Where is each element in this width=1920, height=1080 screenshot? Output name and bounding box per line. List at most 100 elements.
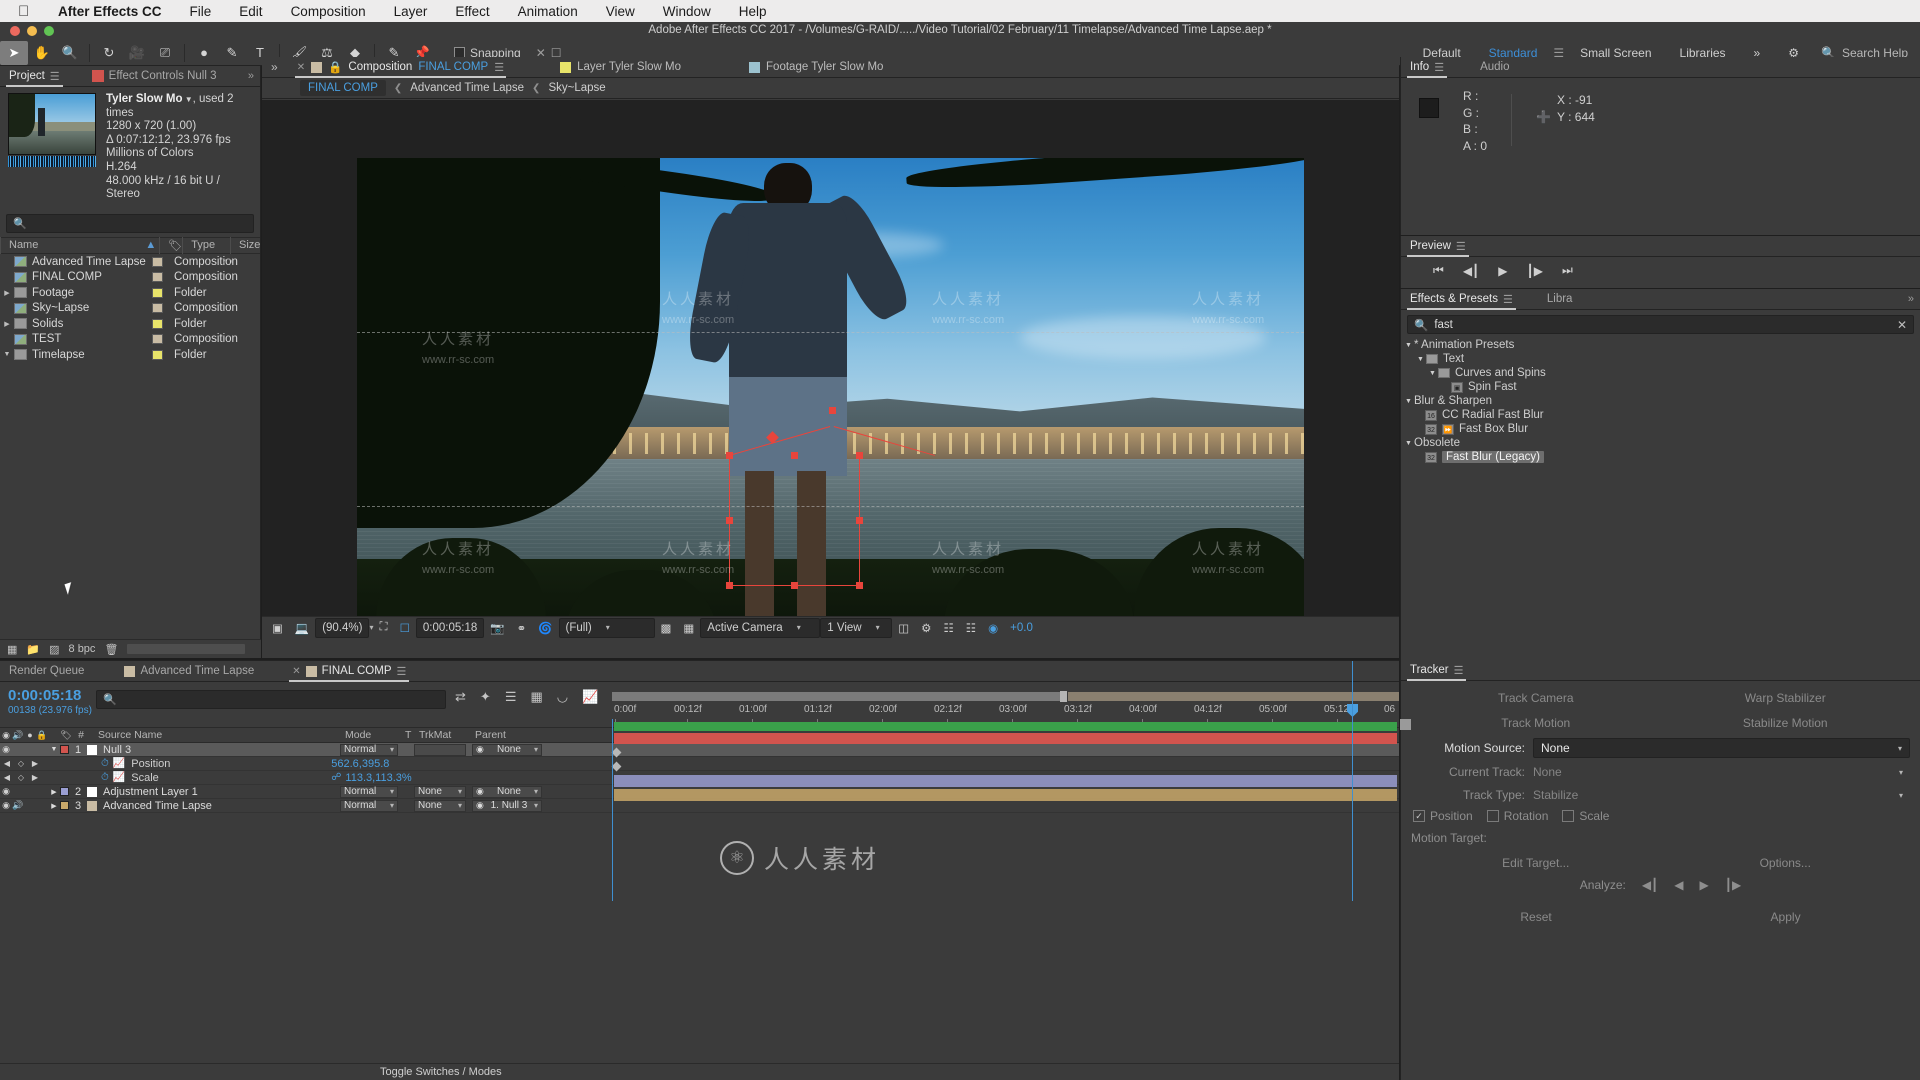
video-switch-icon[interactable]: ◉ [0,800,12,811]
menu-item-help[interactable]: Help [725,4,781,19]
expand-arrow-icon[interactable]: ▼ [48,746,60,753]
zoom-tool-icon[interactable]: 🔍 [56,41,84,65]
tab-preview[interactable]: Preview ☰ [1401,236,1475,257]
blend-mode-dropdown[interactable]: Normal ▾ [340,799,398,812]
zoom-level-value[interactable]: (90.4%) [315,617,370,638]
label-color-swatch[interactable] [152,256,163,267]
timeline-track-area[interactable] [611,661,1411,1080]
effects-tree-item[interactable]: ▼ Curves and Spins [1401,366,1920,380]
composition-frame[interactable] [357,158,1304,638]
transparency-toggle-icon[interactable]: ▦ [677,618,700,638]
stopwatch-icon[interactable]: ⏱ [101,772,109,783]
track-bar-layer-2[interactable] [614,775,1397,787]
project-panel-menu-icon[interactable]: ☰ [50,70,60,83]
menu-item-composition[interactable]: Composition [277,4,380,19]
tab-tracker[interactable]: Tracker ☰ [1401,660,1472,681]
label-color-swatch[interactable] [152,349,163,360]
trkmat-dropdown[interactable] [414,743,466,756]
chevron-down-icon[interactable]: ▼ [1403,440,1414,447]
layer-name[interactable]: Adjustment Layer 1 [103,786,340,798]
menu-item-view[interactable]: View [592,4,649,19]
close-icon[interactable]: ✕ [297,62,305,73]
effects-tree-item[interactable]: ▣ Spin Fast [1401,380,1920,394]
menu-item-animation[interactable]: Animation [504,4,592,19]
rotation-tool-icon[interactable]: ↻ [95,41,123,65]
parent-header[interactable]: Parent [475,729,535,741]
chevron-down-icon[interactable]: ▼ [1415,356,1426,363]
project-item-row[interactable]: TEST Composition [0,331,260,347]
tab-render-queue[interactable]: Render Queue [0,661,93,682]
effects-tree-item[interactable]: ▼ Blur & Sharpen [1401,394,1920,408]
composition-panel-menu-icon[interactable]: ☰ [494,61,504,74]
layer-color-chip[interactable] [60,787,69,796]
frame-blending-icon[interactable]: ▦ [530,689,542,705]
link-icon[interactable]: ☍ [331,772,341,783]
region-interest-toggle-icon[interactable]: ▩ [655,618,678,638]
stopwatch-icon[interactable]: ⏱ [101,758,109,769]
motion-source-dropdown[interactable]: None ▾ [1533,738,1910,758]
project-search-input[interactable]: 🔍 [6,213,254,233]
breadcrumb-item-final-comp[interactable]: FINAL COMP [300,80,386,96]
close-icon[interactable]: ✕ [292,666,300,677]
parent-link-icon[interactable]: ◉ [476,786,484,797]
camera-tool-icon[interactable]: 🎥 [123,41,151,65]
previous-keyframe-icon[interactable]: ◀ [0,759,14,768]
column-name[interactable]: Name [0,236,142,254]
timeline-search-input[interactable]: 🔍 [96,690,446,709]
effects-search-input[interactable]: 🔍 fast ✕ [1407,315,1914,334]
info-panel-menu-icon[interactable]: ☰ [1434,61,1444,74]
next-keyframe-icon[interactable]: ▶ [28,759,42,768]
track-bar-layer-1-duration[interactable] [614,722,1397,731]
hide-shy-layers-icon[interactable]: ☰ [505,689,517,705]
project-item-row[interactable]: Advanced Time Lapse Composition ◠ [0,253,260,270]
tab-overflow-icon[interactable]: » [262,60,287,74]
current-track-dropdown[interactable]: None ▾ [1533,763,1910,781]
analyze-backward-icon[interactable]: ◀ [1674,878,1683,892]
pixel-aspect-icon[interactable]: ◫ [892,618,915,638]
tab-audio[interactable]: Audio [1471,57,1518,78]
selection-tool-icon[interactable]: ➤ [0,40,28,65]
composition-viewer[interactable]: 人人素材 www.rr-sc.com 人人素材 www.rr-sc.com 人人素材… [262,100,1399,638]
motion-blur-icon[interactable]: ◡ [557,689,568,705]
parent-link-icon[interactable]: ◉ [476,800,484,811]
tab-composition-final-comp[interactable]: ✕ 🔒 Composition FINAL COMP ☰ [287,57,514,78]
position-checkbox[interactable]: ✓ [1413,810,1425,822]
reset-button[interactable]: Reset [1520,910,1551,924]
label-color-swatch[interactable] [152,318,163,329]
project-panel-collapse-icon[interactable]: » [248,70,260,82]
previous-frame-icon[interactable]: ◀┃ [1463,264,1479,278]
timeline-scroll-indicator[interactable] [1400,719,1411,730]
exposure-icon[interactable]: ◉ [982,618,1004,638]
toggle-switches-modes-button[interactable]: Toggle Switches / Modes [380,1066,502,1078]
region-of-interest-icon[interactable]: ⛶ [374,618,394,638]
hand-tool-icon[interactable]: ✋ [28,41,56,65]
analyze-forward-icon[interactable]: ▶ [1700,878,1709,892]
previous-keyframe-icon[interactable]: ◀ [0,773,14,782]
pen-tool-icon[interactable]: ✎ [218,41,246,65]
label-color-swatch[interactable] [152,334,163,344]
tracker-panel-menu-icon[interactable]: ☰ [1454,664,1464,677]
menu-item-layer[interactable]: Layer [380,4,442,19]
project-item-row[interactable]: ▼ Timelapse Folder [0,346,260,363]
menu-item-after-effects[interactable]: After Effects CC [44,4,176,19]
label-color-swatch[interactable] [152,287,163,298]
blend-mode-dropdown[interactable]: Normal ▾ [340,743,398,756]
channel-icon[interactable]: 🌀 [532,618,558,638]
track-camera-button[interactable]: Track Camera [1411,688,1661,708]
track-bar-layer-3[interactable] [614,789,1397,801]
apply-button[interactable]: Apply [1771,910,1801,924]
new-comp-icon[interactable]: ▦ [7,643,17,656]
current-time-display[interactable]: 0:00:05:18 [415,617,485,638]
show-snapshot-icon[interactable]: ⚭ [511,618,533,638]
apple-menu-icon[interactable]:  [18,3,44,20]
source-name-header[interactable]: Source Name [90,729,345,741]
shape-tool-icon[interactable]: ● [190,41,218,65]
rotation-checkbox-row[interactable]: Rotation [1486,809,1548,823]
graph-editor-property-icon[interactable]: 📈 [113,758,125,769]
effects-tree-item[interactable]: ▼ Obsolete [1401,436,1920,450]
scale-checkbox-row[interactable]: Scale [1562,809,1609,823]
track-type-dropdown[interactable]: Stabilize ▾ [1533,786,1910,804]
tab-advanced-time-lapse[interactable]: Advanced Time Lapse [115,661,263,682]
fast-previews-icon[interactable]: ⚙ [915,618,937,638]
analyze-forward-1-icon[interactable]: ┃▶ [1725,878,1741,892]
